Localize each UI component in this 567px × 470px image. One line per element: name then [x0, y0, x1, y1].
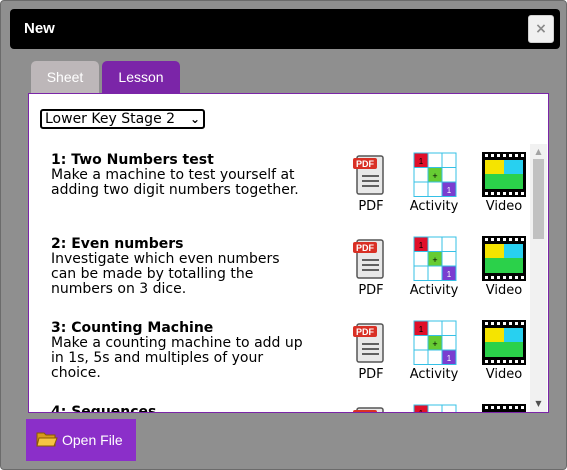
key-stage-select-value: Lower Key Stage 2 — [45, 111, 176, 127]
activity-link[interactable]: 1 +1 Activity — [404, 236, 464, 300]
lesson-description: Make a machine to test yourself at addin… — [51, 167, 299, 198]
lesson-item: 4: Sequences PDFPDF1+1Activity Video — [51, 404, 529, 412]
lesson-panel: Lower Key Stage 2 ⌄ 1: Two Numbers test M… — [28, 93, 549, 413]
activity-link[interactable]: 1+1Activity — [404, 404, 464, 412]
resource-label: Activity — [409, 283, 459, 298]
pdf-document-icon: PDF — [353, 406, 389, 412]
lesson-title: 1: Two Numbers test — [51, 152, 214, 168]
open-file-button[interactable]: Open File — [26, 419, 136, 461]
tab-sheet[interactable]: Sheet — [31, 61, 99, 94]
lesson-item: 1: Two Numbers test Make a machine to tes… — [51, 152, 529, 234]
tab-lesson[interactable]: Lesson — [102, 61, 180, 94]
resource-label: Video — [485, 367, 523, 382]
lesson-title: 4: Sequences — [51, 404, 157, 412]
pdf-link[interactable]: PDFPDF — [341, 404, 401, 412]
svg-text:1: 1 — [447, 354, 452, 363]
lesson-list: 1: Two Numbers test Make a machine to tes… — [29, 144, 529, 412]
close-icon: × — [535, 21, 547, 37]
lesson-item: 2: Even numbers Investigate which even nu… — [51, 236, 529, 318]
lesson-item: 3: Counting Machine Make a counting machi… — [51, 320, 529, 402]
lesson-description: Investigate which even numbers can be ma… — [51, 251, 280, 297]
lesson-description: Make a counting machine to add up in 1s,… — [51, 335, 303, 381]
close-button[interactable]: × — [528, 15, 554, 43]
resource-label: PDF — [358, 367, 384, 382]
video-film-icon — [482, 404, 526, 412]
scroll-thumb[interactable] — [533, 159, 544, 239]
resource-label: Video — [485, 199, 523, 214]
svg-text:1: 1 — [419, 325, 424, 334]
resource-label: Video — [485, 283, 523, 298]
pdf-document-icon: PDF — [353, 238, 389, 285]
open-file-label: Open File — [62, 432, 123, 448]
lesson-title: 3: Counting Machine — [51, 320, 214, 336]
video-link[interactable]: Video — [474, 404, 529, 412]
video-link[interactable]: Video — [474, 236, 529, 300]
svg-text:PDF: PDF — [356, 243, 375, 253]
activity-link[interactable]: 1 +1 Activity — [404, 152, 464, 216]
svg-text:1: 1 — [447, 270, 452, 279]
pdf-document-icon: PDF — [353, 154, 389, 201]
svg-text:+: + — [432, 255, 437, 265]
svg-text:PDF: PDF — [356, 327, 375, 337]
scroll-up-arrow-icon[interactable]: ▲ — [530, 144, 547, 160]
pdf-link[interactable]: PDF PDF — [341, 320, 401, 384]
video-film-icon — [482, 236, 526, 286]
pdf-link[interactable]: PDF PDF — [341, 152, 401, 216]
pdf-link[interactable]: PDF PDF — [341, 236, 401, 300]
video-film-icon — [482, 152, 526, 202]
folder-icon — [36, 432, 58, 447]
video-link[interactable]: Video — [474, 320, 529, 384]
svg-text:1: 1 — [447, 186, 452, 195]
svg-text:1: 1 — [419, 241, 424, 250]
video-link[interactable]: Video — [474, 152, 529, 216]
new-dialog: New × Sheet Lesson Lower Key Stage 2 ⌄ 1… — [0, 0, 567, 470]
lesson-title: 2: Even numbers — [51, 236, 184, 252]
activity-grid-icon: 1+1 — [413, 404, 457, 412]
scroll-down-arrow-icon[interactable]: ▼ — [530, 396, 547, 412]
chevron-down-icon: ⌄ — [189, 112, 200, 126]
svg-text:+: + — [432, 339, 437, 349]
lesson-list-scrollbar[interactable]: ▲ ▼ — [530, 144, 547, 412]
resource-label: Activity — [409, 199, 459, 214]
svg-text:1: 1 — [419, 157, 424, 166]
dialog-titlebar: New × — [10, 9, 560, 49]
activity-grid-icon: 1 +1 — [413, 236, 457, 286]
resource-label: PDF — [358, 283, 384, 298]
svg-text:+: + — [432, 171, 437, 181]
pdf-document-icon: PDF — [353, 322, 389, 369]
resource-label: PDF — [358, 199, 384, 214]
video-film-icon — [482, 320, 526, 370]
svg-text:1: 1 — [419, 409, 424, 412]
svg-text:PDF: PDF — [356, 411, 375, 412]
dialog-title: New — [24, 20, 55, 37]
svg-text:PDF: PDF — [356, 159, 375, 169]
activity-link[interactable]: 1 +1 Activity — [404, 320, 464, 384]
activity-grid-icon: 1 +1 — [413, 320, 457, 370]
key-stage-select[interactable]: Lower Key Stage 2 ⌄ — [40, 109, 205, 129]
activity-grid-icon: 1 +1 — [413, 152, 457, 202]
resource-label: Activity — [409, 367, 459, 382]
